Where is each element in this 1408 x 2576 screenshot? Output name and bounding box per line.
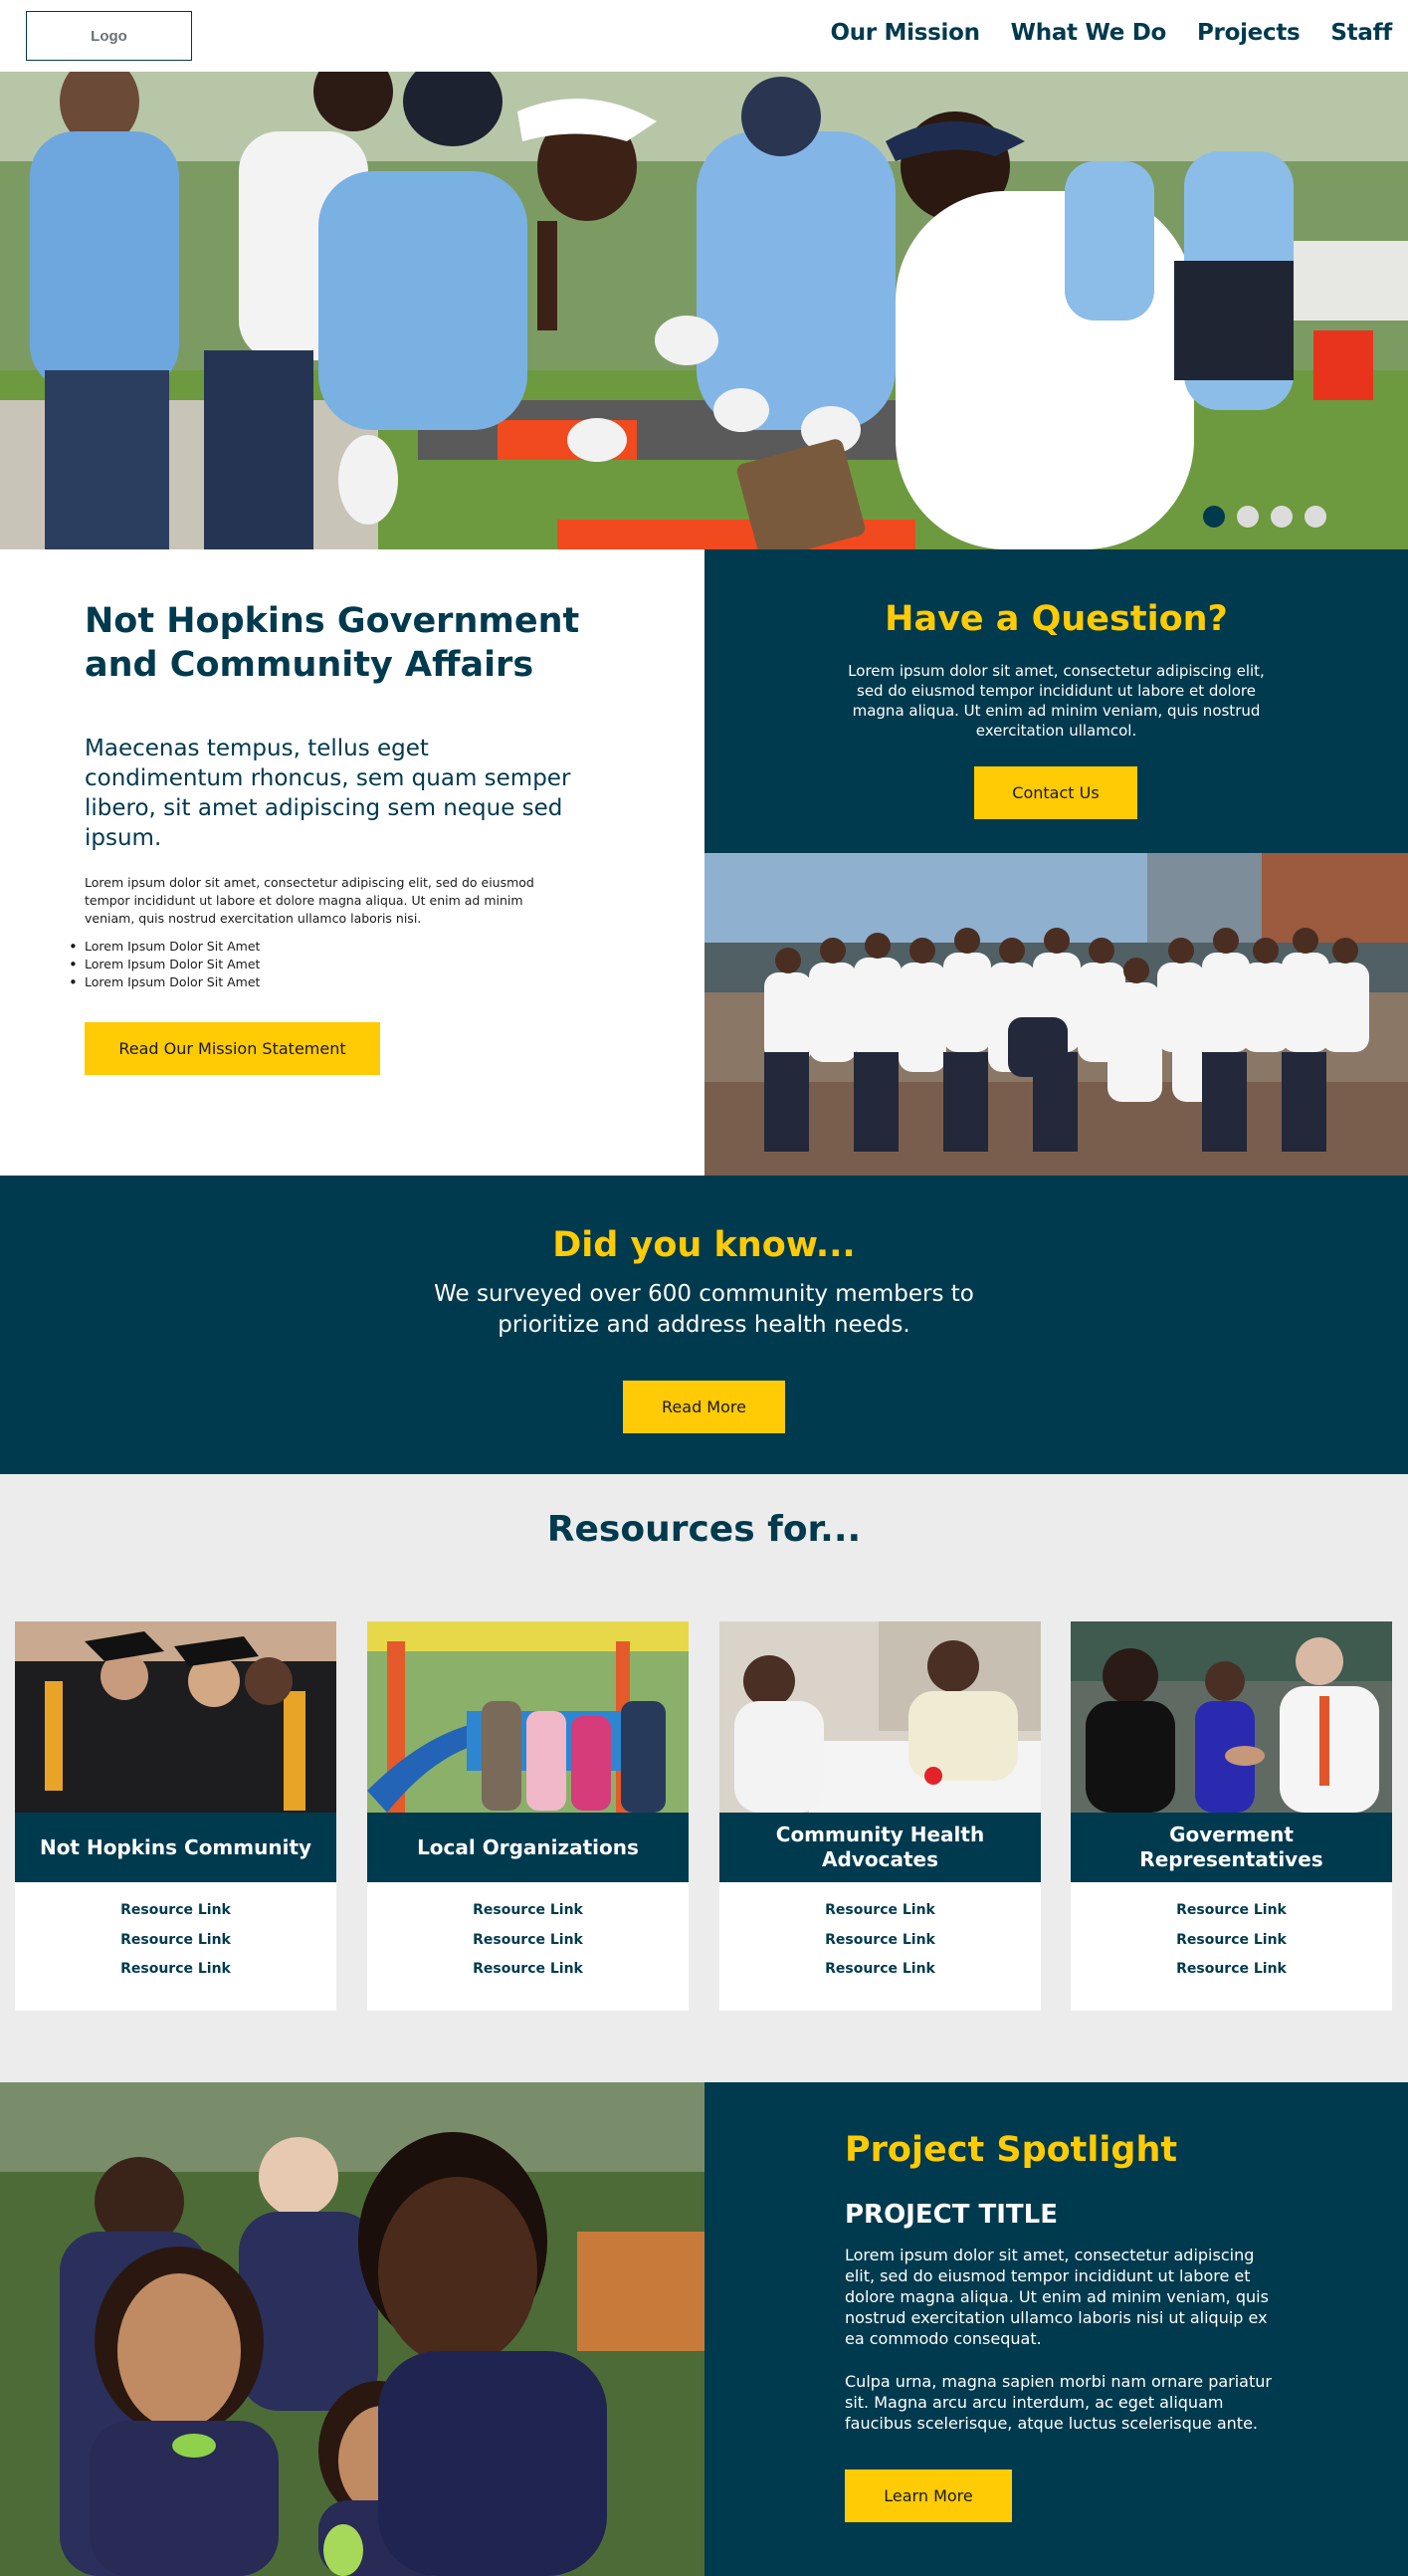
project-title: PROJECT TITLE bbox=[845, 2200, 1058, 2230]
carousel-dot-1[interactable] bbox=[1203, 506, 1225, 528]
intro-title: Not Hopkins Government and Community Aff… bbox=[85, 601, 580, 685]
spotlight-photo bbox=[0, 2082, 704, 2576]
contact-us-button[interactable]: Contact Us bbox=[974, 766, 1137, 819]
resource-link[interactable]: Resource Link bbox=[367, 1896, 689, 1926]
resource-link[interactable]: Resource Link bbox=[15, 1926, 336, 1956]
list-item: Lorem Ipsum Dolor Sit Amet bbox=[69, 973, 562, 991]
question-title: Have a Question? bbox=[885, 599, 1228, 639]
project-spotlight-panel: Project Spotlight PROJECT TITLE Lorem ip… bbox=[704, 2082, 1408, 2576]
blood-pressure-photo bbox=[719, 1621, 1041, 1813]
card-links: Resource Link Resource Link Resource Lin… bbox=[367, 1896, 689, 1985]
graduates-photo bbox=[15, 1621, 336, 1813]
spotlight-body-secondary: Culpa urna, magna sapien morbi nam ornar… bbox=[845, 2372, 1272, 2433]
resource-card-local-orgs: Local Organizations Resource Link Resour… bbox=[367, 1621, 689, 2011]
nav-projects[interactable]: Projects bbox=[1197, 20, 1301, 46]
resource-link[interactable]: Resource Link bbox=[719, 1896, 1041, 1926]
learn-more-button[interactable]: Learn More bbox=[845, 2469, 1012, 2522]
spotlight-body: Lorem ipsum dolor sit amet, consectetur … bbox=[845, 2246, 1269, 2348]
resource-card-community: Not Hopkins Community Resource Link Reso… bbox=[15, 1621, 336, 2011]
resource-link[interactable]: Resource Link bbox=[1071, 1926, 1392, 1956]
card-links: Resource Link Resource Link Resource Lin… bbox=[719, 1896, 1041, 1985]
mission-statement-button[interactable]: Read Our Mission Statement bbox=[85, 1022, 380, 1075]
card-title: Community Health Advocates bbox=[719, 1813, 1041, 1882]
resource-link[interactable]: Resource Link bbox=[719, 1955, 1041, 1985]
card-title: Local Organizations bbox=[367, 1813, 689, 1882]
carousel-dot-4[interactable] bbox=[1305, 506, 1326, 528]
intro-list: Lorem Ipsum Dolor Sit Amet Lorem Ipsum D… bbox=[69, 938, 562, 991]
resources-title: Resources for... bbox=[546, 1509, 862, 1550]
main-nav: Our Mission What We Do Projects Staff bbox=[830, 20, 1392, 46]
site-header: Logo Our Mission What We Do Projects Sta… bbox=[0, 0, 1408, 72]
resource-link[interactable]: Resource Link bbox=[719, 1926, 1041, 1956]
resources-section: Resources for... Not Hopkins Community R… bbox=[0, 1474, 1408, 2082]
did-you-know-body: We surveyed over 600 community members t… bbox=[434, 1281, 974, 1338]
carousel-dot-2[interactable] bbox=[1237, 506, 1259, 528]
spotlight-title: Project Spotlight bbox=[845, 2130, 1178, 2170]
intro-section: Not Hopkins Government and Community Aff… bbox=[0, 549, 704, 1176]
resource-link[interactable]: Resource Link bbox=[1071, 1896, 1392, 1926]
carousel-dot-3[interactable] bbox=[1271, 506, 1293, 528]
carousel-dots bbox=[1203, 506, 1326, 528]
resource-link[interactable]: Resource Link bbox=[15, 1955, 336, 1985]
logo[interactable]: Logo bbox=[26, 11, 192, 61]
hero-photo bbox=[0, 72, 1408, 549]
resource-link[interactable]: Resource Link bbox=[15, 1896, 336, 1926]
resource-link[interactable]: Resource Link bbox=[1071, 1955, 1392, 1985]
card-title: Goverment Representatives bbox=[1071, 1813, 1392, 1882]
playground-photo bbox=[367, 1621, 689, 1813]
nav-staff[interactable]: Staff bbox=[1330, 20, 1392, 46]
did-you-know-title: Did you know... bbox=[552, 1225, 856, 1265]
did-you-know-section: Did you know... We surveyed over 600 com… bbox=[0, 1176, 1408, 1474]
nav-what-we-do[interactable]: What We Do bbox=[1011, 20, 1167, 46]
nav-our-mission[interactable]: Our Mission bbox=[830, 20, 979, 46]
hero-carousel bbox=[0, 72, 1408, 549]
resource-card-health-advocates: Community Health Advocates Resource Link… bbox=[719, 1621, 1041, 2011]
card-links: Resource Link Resource Link Resource Lin… bbox=[1071, 1896, 1392, 1985]
intro-lead: Maecenas tempus, tellus eget condimentum… bbox=[85, 736, 571, 851]
resource-link[interactable]: Resource Link bbox=[367, 1926, 689, 1956]
list-item: Lorem Ipsum Dolor Sit Amet bbox=[69, 956, 562, 973]
resource-link[interactable]: Resource Link bbox=[367, 1955, 689, 1985]
resource-card-government: Goverment Representatives Resource Link … bbox=[1071, 1621, 1392, 2011]
card-links: Resource Link Resource Link Resource Lin… bbox=[15, 1896, 336, 1985]
handshake-photo bbox=[1071, 1621, 1392, 1813]
question-body: Lorem ipsum dolor sit amet, consectetur … bbox=[848, 662, 1265, 740]
team-photo bbox=[704, 853, 1408, 1176]
card-title: Not Hopkins Community bbox=[15, 1813, 336, 1882]
read-more-button[interactable]: Read More bbox=[623, 1381, 785, 1433]
list-item: Lorem Ipsum Dolor Sit Amet bbox=[69, 938, 562, 956]
question-panel: Have a Question? Lorem ipsum dolor sit a… bbox=[704, 549, 1408, 853]
intro-body: Lorem ipsum dolor sit amet, consectetur … bbox=[85, 875, 534, 926]
